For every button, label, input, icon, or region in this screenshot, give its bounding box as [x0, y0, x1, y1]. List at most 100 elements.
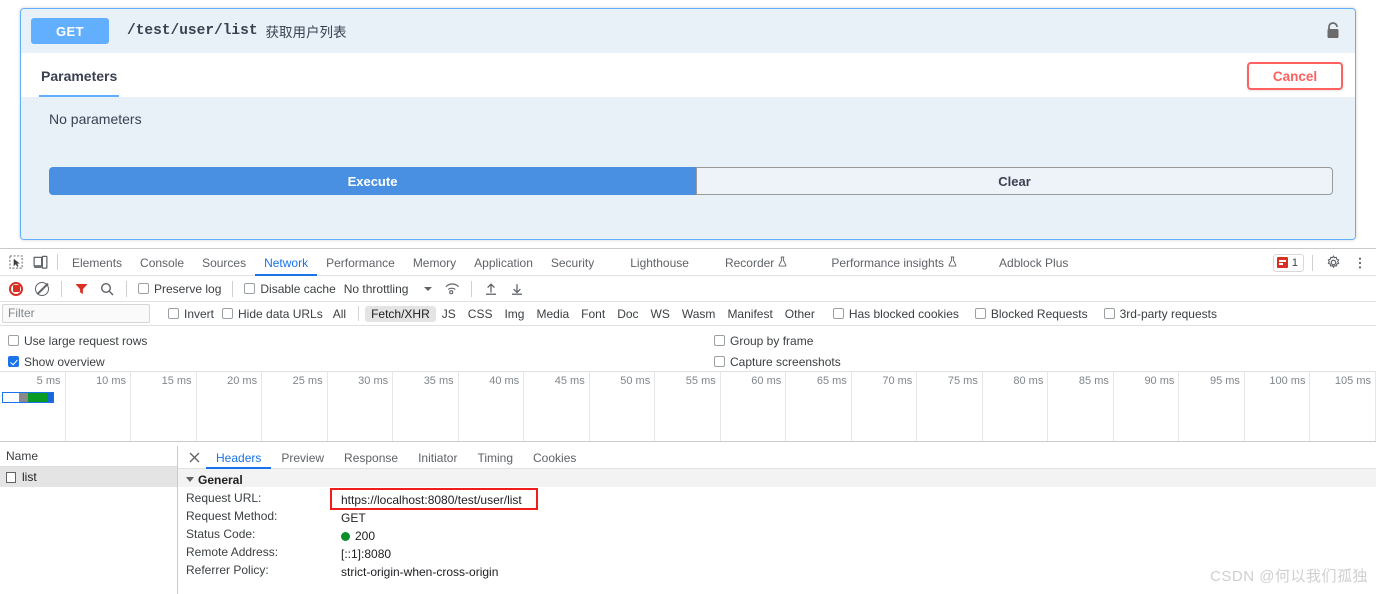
close-icon[interactable]	[186, 449, 202, 465]
tab-performance[interactable]: Performance	[317, 249, 404, 276]
disable-cache-checkbox[interactable]: Disable cache	[240, 282, 339, 296]
show-overview-checkbox[interactable]: Show overview	[4, 355, 109, 369]
record-stop-icon[interactable]	[4, 278, 28, 300]
overview-segment-waiting	[28, 393, 47, 402]
tab-memory[interactable]: Memory	[404, 249, 465, 276]
detail-tab-preview[interactable]: Preview	[271, 446, 334, 469]
tab-label: Sources	[202, 255, 247, 270]
filter-type-doc[interactable]: Doc	[611, 306, 644, 322]
experiment-flask-icon	[778, 254, 787, 272]
filter-type-wasm[interactable]: Wasm	[676, 306, 722, 322]
detail-tab-response[interactable]: Response	[334, 446, 408, 469]
detail-tab-headers[interactable]: Headers	[206, 446, 271, 469]
group-by-frame-checkbox[interactable]: Group by frame	[710, 334, 817, 348]
overview-tick-label: 40 ms	[489, 375, 520, 387]
operation-header[interactable]: GET /test/user/list 获取用户列表	[21, 9, 1355, 53]
toolbar-divider	[1312, 254, 1313, 271]
network-overview-timeline[interactable]: 105 ms 100 ms 95 ms 90 ms 85 ms 80 ms 75 ms 70 …	[0, 372, 1376, 442]
toolbar-divider	[126, 280, 127, 297]
settings-right-2: Capture screenshots	[710, 355, 845, 369]
tab-application[interactable]: Application	[465, 249, 542, 276]
filter-type-js[interactable]: JS	[436, 306, 462, 322]
tab-parameters[interactable]: Parameters	[39, 56, 120, 98]
third-party-requests-checkbox[interactable]: 3rd-party requests	[1100, 307, 1221, 321]
execute-clear-row: Execute Clear	[49, 167, 1333, 195]
filter-type-media[interactable]: Media	[530, 306, 575, 322]
overview-tick: 60 ms	[721, 372, 787, 441]
blocked-requests-checkbox[interactable]: Blocked Requests	[971, 307, 1092, 321]
filter-type-all[interactable]: All	[327, 306, 352, 322]
checkbox-box	[1103, 308, 1115, 319]
field-value-request-url: https://localhost:8080/test/user/list	[341, 493, 522, 507]
tab-adblock-plus[interactable]: Adblock Plus	[990, 249, 1077, 276]
clear-network-log-icon[interactable]	[30, 278, 54, 300]
tab-network[interactable]: Network	[255, 249, 317, 276]
detail-tab-cookies[interactable]: Cookies	[523, 446, 586, 469]
throttling-select[interactable]: No throttling	[342, 282, 433, 296]
tab-sources[interactable]: Sources	[193, 249, 255, 276]
request-row-list[interactable]: list	[0, 467, 177, 487]
overview-tick: 50 ms	[590, 372, 656, 441]
overview-tick-label: 50 ms	[620, 375, 651, 387]
hide-data-urls-checkbox[interactable]: Hide data URLs	[218, 307, 327, 321]
gear-icon[interactable]	[1321, 252, 1345, 274]
capture-screenshots-checkbox[interactable]: Capture screenshots	[710, 355, 845, 369]
detail-tab-initiator[interactable]: Initiator	[408, 446, 467, 469]
filter-funnel-icon[interactable]	[69, 278, 93, 300]
unlocked-padlock-icon[interactable]	[1325, 22, 1341, 40]
overview-tick: 105 ms	[1310, 372, 1376, 441]
device-toolbar-icon[interactable]	[28, 251, 52, 273]
show-overview-label: Show overview	[24, 354, 105, 369]
preserve-log-checkbox[interactable]: Preserve log	[134, 282, 225, 296]
tab-security[interactable]: Security	[542, 249, 603, 276]
has-blocked-cookies-checkbox[interactable]: Has blocked cookies	[829, 307, 963, 321]
tab-label: Lighthouse	[630, 255, 689, 270]
filter-input[interactable]: Filter	[2, 304, 150, 323]
error-count-badge[interactable]: 1	[1272, 253, 1304, 272]
overview-tick-label: 105 ms	[1334, 375, 1371, 387]
operation-tabs: Parameters Cancel	[21, 53, 1355, 98]
overview-tick: 30 ms	[328, 372, 394, 441]
tab-console[interactable]: Console	[131, 249, 193, 276]
clear-button[interactable]: Clear	[696, 167, 1333, 195]
kebab-menu-icon[interactable]	[1348, 252, 1372, 274]
filter-type-manifest[interactable]: Manifest	[721, 306, 778, 322]
tab-recorder[interactable]: Recorder	[716, 249, 796, 276]
export-har-icon[interactable]	[505, 278, 529, 300]
tab-label: Performance	[326, 255, 395, 270]
import-har-icon[interactable]	[479, 278, 503, 300]
filter-type-fetch-xhr[interactable]: Fetch/XHR	[365, 305, 436, 322]
overview-segment-stalled	[19, 393, 28, 402]
tab-lighthouse[interactable]: Lighthouse	[621, 249, 698, 276]
invert-label: Invert	[184, 306, 215, 321]
hide-data-urls-label: Hide data URLs	[238, 306, 323, 321]
overview-tick-label: 65 ms	[816, 375, 847, 387]
checkbox-box	[168, 308, 179, 319]
inspect-element-icon[interactable]	[4, 251, 28, 273]
general-row-referrer-policy: Referrer Policy: strict-origin-when-cros…	[186, 563, 1376, 581]
filter-type-other[interactable]: Other	[779, 306, 821, 322]
tab-elements[interactable]: Elements	[63, 249, 131, 276]
field-key: Request Method:	[186, 509, 278, 523]
filter-divider	[358, 306, 360, 321]
use-large-request-rows-checkbox[interactable]: Use large request rows	[4, 334, 151, 348]
filter-type-ws[interactable]: WS	[645, 306, 676, 322]
search-icon[interactable]	[95, 278, 119, 300]
tab-performance-insights[interactable]: Performance insights	[822, 249, 966, 276]
network-conditions-icon[interactable]	[440, 278, 464, 300]
filter-type-font[interactable]: Font	[575, 306, 611, 322]
filter-type-css[interactable]: CSS	[462, 306, 499, 322]
tab-label: Application	[474, 255, 533, 270]
field-key: Request URL:	[186, 491, 262, 505]
filter-type-img[interactable]: Img	[498, 306, 530, 322]
network-toolbar: Preserve log Disable cache No throttling	[0, 276, 1376, 302]
overview-tick-label: 70 ms	[882, 375, 913, 387]
general-section-header[interactable]: General	[178, 469, 1376, 487]
requests-column-header: Name	[0, 446, 177, 467]
invert-checkbox[interactable]: Invert	[164, 307, 218, 321]
detail-tab-timing[interactable]: Timing	[467, 446, 523, 469]
execute-button[interactable]: Execute	[49, 167, 696, 195]
overview-tick: 85 ms	[1048, 372, 1114, 441]
cancel-button[interactable]: Cancel	[1247, 62, 1343, 90]
overview-tick: 20 ms	[197, 372, 263, 441]
